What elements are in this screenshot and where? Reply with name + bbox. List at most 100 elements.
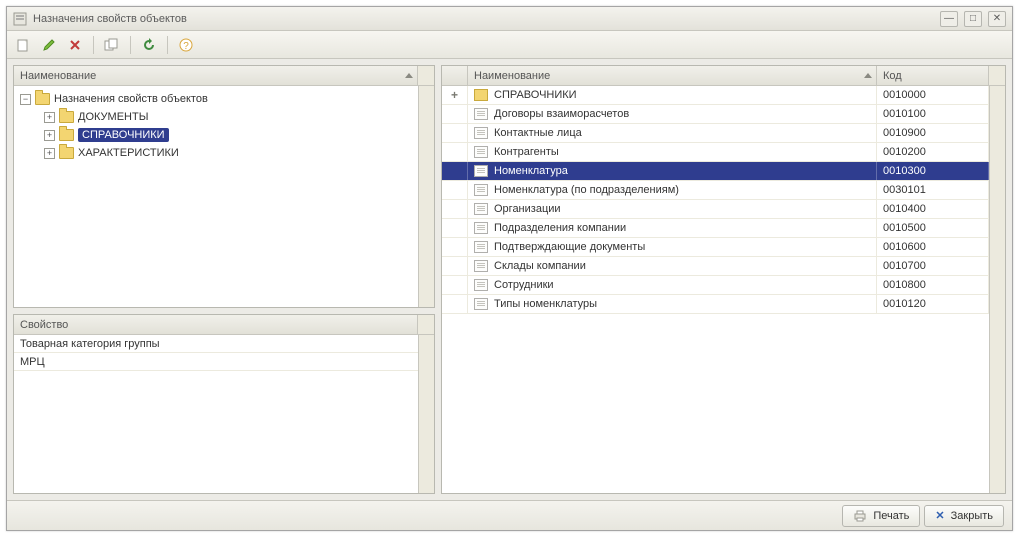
property-row[interactable]: Товарная категория группы	[14, 335, 418, 353]
grid-cell-code: 0010100	[877, 105, 989, 123]
scroll-spacer	[418, 66, 434, 85]
tree-root[interactable]: − Назначения свойств объектов	[16, 90, 416, 108]
tree-scrollbar[interactable]	[418, 86, 434, 307]
expander-icon[interactable]: +	[44, 148, 55, 159]
folder-icon	[59, 111, 74, 123]
grid-row[interactable]: Склады компании0010700	[442, 257, 989, 276]
grid-body[interactable]: +СПРАВОЧНИКИ0010000Договоры взаиморасчет…	[442, 86, 989, 493]
tree-header-label[interactable]: Наименование	[14, 66, 418, 85]
grid-row[interactable]: Номенклатура (по подразделениям)0030101	[442, 181, 989, 200]
tree-root-label: Назначения свойств объектов	[54, 93, 208, 105]
grid-cell-mark: +	[442, 86, 468, 104]
tree-item-documents[interactable]: + ДОКУМЕНТЫ	[16, 108, 416, 126]
toolbar-help-button[interactable]: ?	[174, 34, 198, 56]
close-window-button[interactable]: ✕	[988, 11, 1006, 27]
toolbar-refresh-button[interactable]	[137, 34, 161, 56]
grid-row[interactable]: Сотрудники0010800	[442, 276, 989, 295]
toolbar-new-button[interactable]	[11, 34, 35, 56]
grid-cell-code: 0010900	[877, 124, 989, 142]
property-label: МРЦ	[20, 356, 45, 368]
grid-cell-name: Подразделения компании	[468, 219, 877, 237]
left-column: Наименование − Назначения свойств объект…	[13, 65, 435, 494]
close-button[interactable]: ✕ Закрыть	[924, 505, 1004, 527]
item-icon	[474, 241, 488, 253]
grid-header-code[interactable]: Код	[877, 66, 989, 85]
item-icon	[474, 127, 488, 139]
grid-cell-code: 0010300	[877, 162, 989, 180]
tree-item-label: ДОКУМЕНТЫ	[78, 111, 148, 123]
folder-icon	[35, 93, 50, 105]
grid-scrollbar[interactable]	[989, 86, 1005, 493]
grid-header: Наименование Код	[442, 66, 1005, 86]
properties-header-label[interactable]: Свойство	[14, 315, 418, 334]
tree-body[interactable]: − Назначения свойств объектов + ДОКУМЕНТ…	[14, 86, 418, 307]
item-icon	[474, 108, 488, 120]
grid-cell-code: 0010700	[877, 257, 989, 275]
grid-header-mark[interactable]	[442, 66, 468, 85]
grid-cell-mark	[442, 276, 468, 294]
grid-row[interactable]: Подразделения компании0010500	[442, 219, 989, 238]
close-label: Закрыть	[951, 510, 993, 522]
grid-cell-code: 0010120	[877, 295, 989, 313]
grid-cell-name: Типы номенклатуры	[468, 295, 877, 313]
grid-row[interactable]: Контрагенты0010200	[442, 143, 989, 162]
tree-item-directories[interactable]: + СПРАВОЧНИКИ	[16, 126, 416, 144]
item-icon	[474, 203, 488, 215]
grid-cell-name: Договоры взаиморасчетов	[468, 105, 877, 123]
print-button[interactable]: Печать	[842, 505, 920, 527]
grid-row[interactable]: Организации0010400	[442, 200, 989, 219]
properties-body[interactable]: Товарная категория группы МРЦ	[14, 335, 418, 493]
grid-row[interactable]: Типы номенклатуры0010120	[442, 295, 989, 314]
grid-cell-name: Организации	[468, 200, 877, 218]
folder-icon	[59, 129, 74, 141]
grid-cell-name: Номенклатура	[468, 162, 877, 180]
item-icon	[474, 298, 488, 310]
scroll-spacer	[989, 66, 1005, 85]
expander-icon[interactable]: −	[20, 94, 31, 105]
property-row[interactable]: МРЦ	[14, 353, 418, 371]
grid-row[interactable]: Договоры взаиморасчетов0010100	[442, 105, 989, 124]
grid-cell-name: Контактные лица	[468, 124, 877, 142]
toolbar-edit-button[interactable]	[37, 34, 61, 56]
grid-cell-mark	[442, 257, 468, 275]
grid-header-name[interactable]: Наименование	[468, 66, 877, 85]
toolbar-copy-button[interactable]	[100, 34, 124, 56]
grid-row[interactable]: Номенклатура0010300	[442, 162, 989, 181]
item-icon	[474, 279, 488, 291]
grid-cell-name: Сотрудники	[468, 276, 877, 294]
grid-cell-name: Номенклатура (по подразделениям)	[468, 181, 877, 199]
grid-cell-code: 0010600	[877, 238, 989, 256]
grid-cell-mark	[442, 219, 468, 237]
grid-cell-mark	[442, 200, 468, 218]
minimize-button[interactable]: —	[940, 11, 958, 27]
tree-item-characteristics[interactable]: + ХАРАКТЕРИСТИКИ	[16, 144, 416, 162]
toolbar-separator	[167, 36, 168, 54]
toolbar-separator	[130, 36, 131, 54]
properties-scrollbar[interactable]	[418, 335, 434, 493]
folder-icon	[474, 89, 488, 101]
item-icon	[474, 222, 488, 234]
tree-header: Наименование	[14, 66, 434, 86]
expander-icon[interactable]: +	[44, 112, 55, 123]
print-label: Печать	[873, 510, 909, 522]
item-icon	[474, 260, 488, 272]
grid-cell-name: Подтверждающие документы	[468, 238, 877, 256]
maximize-button[interactable]: □	[964, 11, 982, 27]
window: Назначения свойств объектов — □ ✕ ?	[6, 6, 1013, 531]
grid-cell-name: Склады компании	[468, 257, 877, 275]
printer-icon	[853, 510, 867, 522]
footer: Печать ✕ Закрыть	[7, 500, 1012, 530]
grid-row[interactable]: Подтверждающие документы0010600	[442, 238, 989, 257]
grid-row[interactable]: +СПРАВОЧНИКИ0010000	[442, 86, 989, 105]
toolbar-delete-button[interactable]	[63, 34, 87, 56]
grid-cell-code: 0010000	[877, 86, 989, 104]
grid-cell-mark	[442, 162, 468, 180]
expander-icon[interactable]: +	[44, 130, 55, 141]
grid-cell-code: 0010200	[877, 143, 989, 161]
grid-cell-mark	[442, 238, 468, 256]
tree-item-label: ХАРАКТЕРИСТИКИ	[78, 147, 179, 159]
grid-row[interactable]: Контактные лица0010900	[442, 124, 989, 143]
grid-cell-mark	[442, 105, 468, 123]
item-icon	[474, 146, 488, 158]
properties-header: Свойство	[14, 315, 434, 335]
